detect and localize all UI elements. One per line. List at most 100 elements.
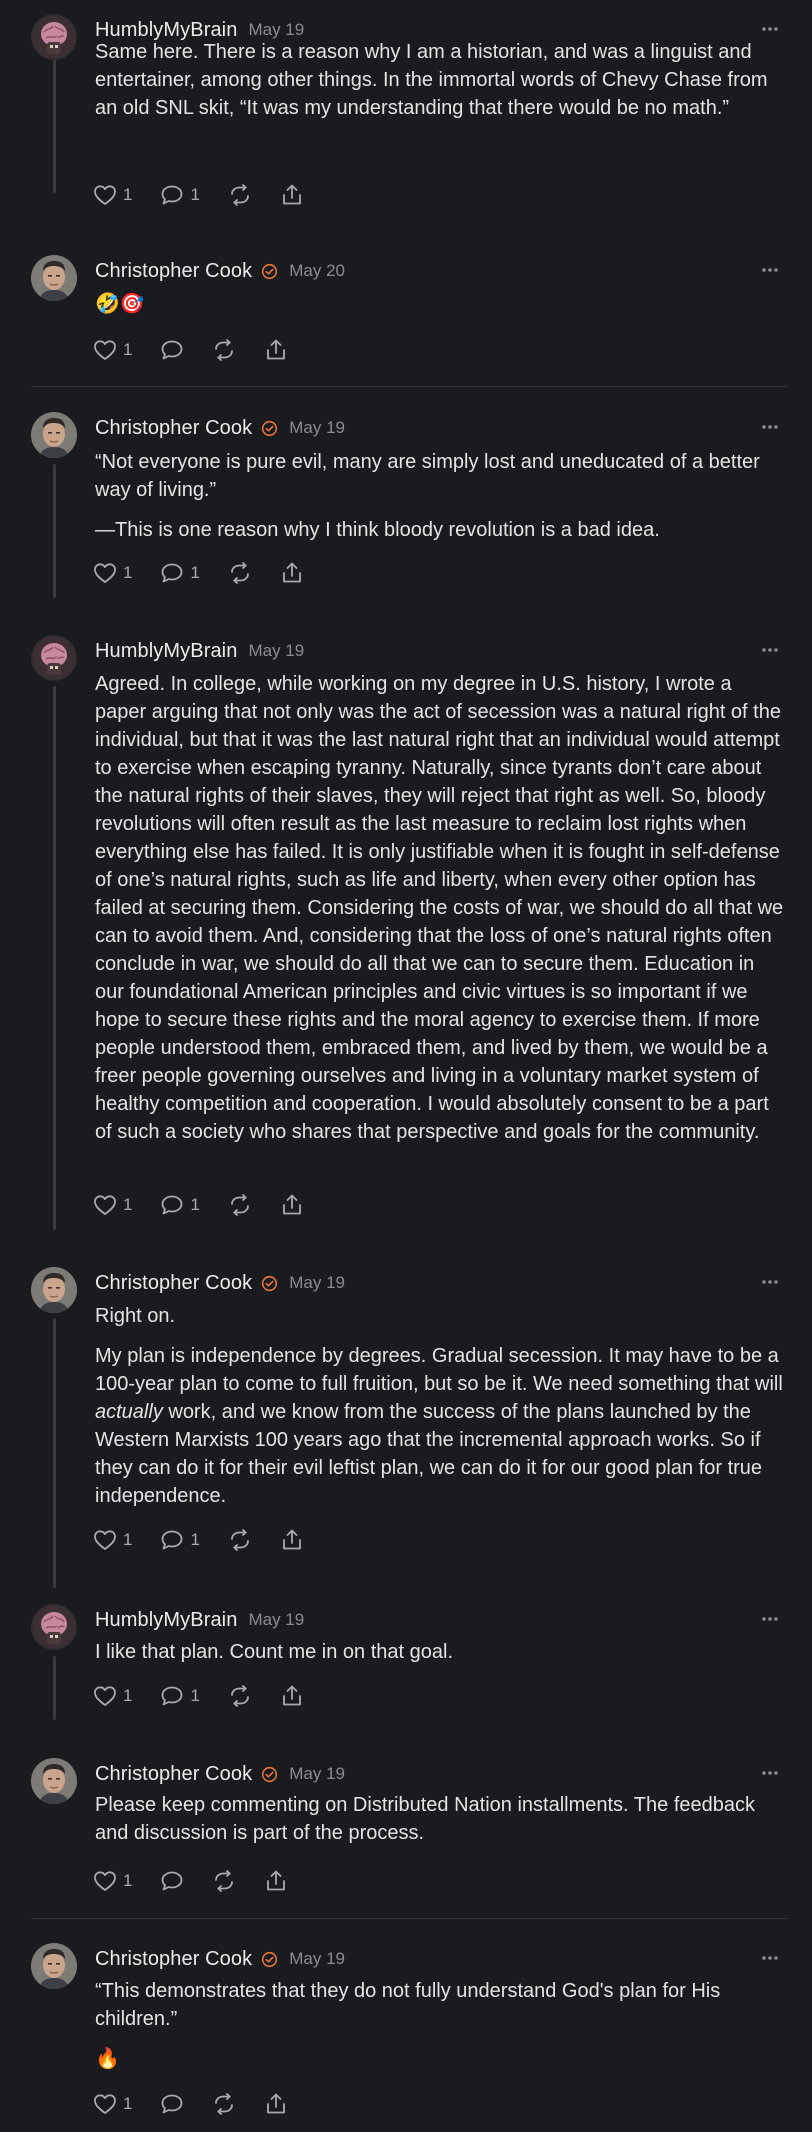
man-avatar[interactable] (31, 1943, 77, 1989)
comment-paragraph: “Not everyone is pure evil, many are sim… (95, 451, 760, 501)
reply-button[interactable]: 1 (160, 1529, 200, 1551)
man-avatar[interactable] (31, 1267, 77, 1313)
verified-badge-icon (261, 1275, 278, 1292)
reply-button[interactable]: 1 (160, 1194, 200, 1216)
comment-body: I like that plan. Count me in on that go… (95, 1638, 787, 1666)
share-button[interactable] (280, 561, 304, 585)
comment-paragraph: Agreed. In college, while working on my … (95, 673, 784, 1143)
more-options-icon[interactable] (758, 1761, 782, 1785)
man-avatar[interactable] (31, 1758, 77, 1804)
man-avatar[interactable] (31, 412, 77, 458)
restack-icon (231, 184, 249, 206)
reply-count: 1 (190, 563, 200, 582)
comment-bubble-icon (162, 2094, 183, 2114)
brain-avatar[interactable] (31, 635, 77, 681)
restack-icon (231, 562, 249, 584)
thread-line (53, 55, 56, 193)
emoji-line: 🤣🎯 (95, 293, 145, 315)
divider (31, 1918, 788, 1919)
brain-avatar[interactable] (31, 14, 77, 60)
comment-date[interactable]: May 19 (289, 1764, 345, 1784)
restack-button[interactable] (228, 562, 252, 584)
thread-line (53, 686, 56, 1230)
comment-date[interactable]: May 19 (289, 1949, 345, 1969)
author-name[interactable]: Christopher Cook (95, 1763, 252, 1786)
share-icon (267, 339, 286, 360)
restack-icon (231, 1685, 249, 1707)
like-button[interactable]: 1 (93, 184, 132, 206)
like-button[interactable]: 1 (93, 1685, 132, 1707)
restack-button[interactable] (212, 1870, 236, 1892)
more-options-icon[interactable] (758, 1270, 782, 1294)
restack-button[interactable] (228, 1529, 252, 1551)
reply-button[interactable] (160, 339, 184, 361)
like-button[interactable]: 1 (93, 2093, 132, 2115)
share-button[interactable] (264, 1869, 288, 1893)
like-button[interactable]: 1 (93, 1194, 132, 1216)
comment-date[interactable]: May 19 (289, 1273, 345, 1293)
author-name[interactable]: Christopher Cook (95, 260, 252, 283)
author-name[interactable]: HumblyMyBrain (95, 1609, 237, 1632)
more-options-icon[interactable] (758, 1607, 782, 1631)
reply-count: 1 (190, 1686, 200, 1705)
restack-button[interactable] (212, 2093, 236, 2115)
like-count: 1 (123, 1530, 133, 1549)
restack-icon (231, 1194, 249, 1216)
like-button[interactable]: 1 (93, 339, 132, 361)
emphasized-text: actually (95, 1401, 163, 1423)
share-button[interactable] (280, 1684, 304, 1708)
reply-count: 1 (190, 1195, 200, 1214)
reply-button[interactable]: 1 (160, 562, 200, 584)
share-icon (283, 1685, 301, 1706)
restack-button[interactable] (228, 1194, 252, 1216)
share-button[interactable] (264, 2092, 288, 2116)
comment-header: Christopher Cook May 19 (95, 1759, 782, 1789)
like-button[interactable]: 1 (93, 1870, 132, 1892)
like-button[interactable]: 1 (93, 1529, 132, 1551)
author-name[interactable]: Christopher Cook (95, 1948, 252, 1971)
reply-button[interactable]: 1 (160, 184, 200, 206)
more-options-icon[interactable] (758, 638, 782, 662)
brain-avatar-image (31, 1604, 77, 1650)
brain-avatar[interactable] (31, 1604, 77, 1650)
more-options-icon[interactable] (758, 258, 782, 282)
reply-button[interactable]: 1 (160, 1685, 200, 1707)
thread-line (53, 1656, 56, 1720)
reply-button[interactable] (160, 2093, 184, 2115)
comment-actions: 1 (93, 2089, 316, 2119)
author-name[interactable]: HumblyMyBrain (95, 640, 237, 663)
like-count: 1 (123, 340, 133, 359)
divider (31, 386, 788, 387)
heart-icon (94, 185, 116, 205)
comment-body: Agreed. In college, while working on my … (95, 670, 787, 1146)
man-avatar-image (31, 1267, 77, 1313)
restack-icon (215, 2093, 234, 2115)
more-options-icon[interactable] (758, 1946, 782, 1970)
restack-button[interactable] (228, 184, 252, 206)
comment-date[interactable]: May 19 (289, 418, 345, 438)
share-button[interactable] (280, 183, 304, 207)
comment-actions: 1 1 (93, 1681, 332, 1711)
author-name[interactable]: Christopher Cook (95, 417, 252, 440)
comment-date[interactable]: May 19 (248, 1610, 304, 1630)
share-button[interactable] (280, 1528, 304, 1552)
comment-date[interactable]: May 19 (248, 641, 304, 661)
man-avatar[interactable] (31, 255, 77, 301)
comment-bubble-icon (162, 1871, 183, 1891)
comment-date[interactable]: May 20 (289, 261, 345, 281)
comment-date[interactable]: May 19 (248, 20, 304, 40)
restack-button[interactable] (212, 339, 236, 361)
share-button[interactable] (280, 1193, 304, 1217)
comment-thread: HumblyMyBrain May 19 Same here. There is… (0, 0, 812, 2132)
comment-bubble-icon (162, 1530, 183, 1550)
comment-body: Please keep commenting on Distributed Na… (95, 1791, 787, 1847)
restack-button[interactable] (228, 1685, 252, 1707)
thread-line (53, 464, 56, 598)
like-button[interactable]: 1 (93, 562, 132, 584)
author-name[interactable]: Christopher Cook (95, 1272, 252, 1295)
comment-paragraph: Same here. There is a reason why I am a … (95, 41, 768, 119)
share-button[interactable] (264, 338, 288, 362)
more-options-icon[interactable] (758, 415, 782, 439)
comment-paragraph: —This is one reason why I think bloody r… (95, 519, 660, 541)
reply-button[interactable] (160, 1870, 184, 1892)
